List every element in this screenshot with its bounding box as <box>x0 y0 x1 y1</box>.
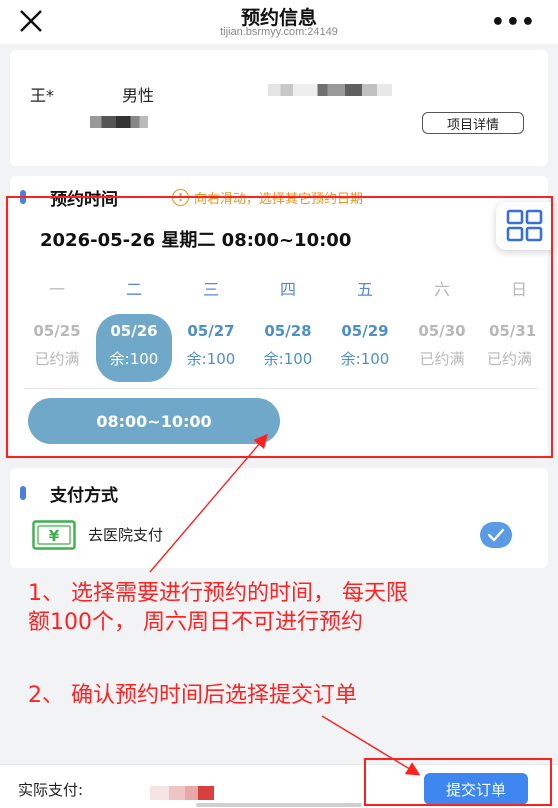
annotation-arrows <box>149 433 421 776</box>
